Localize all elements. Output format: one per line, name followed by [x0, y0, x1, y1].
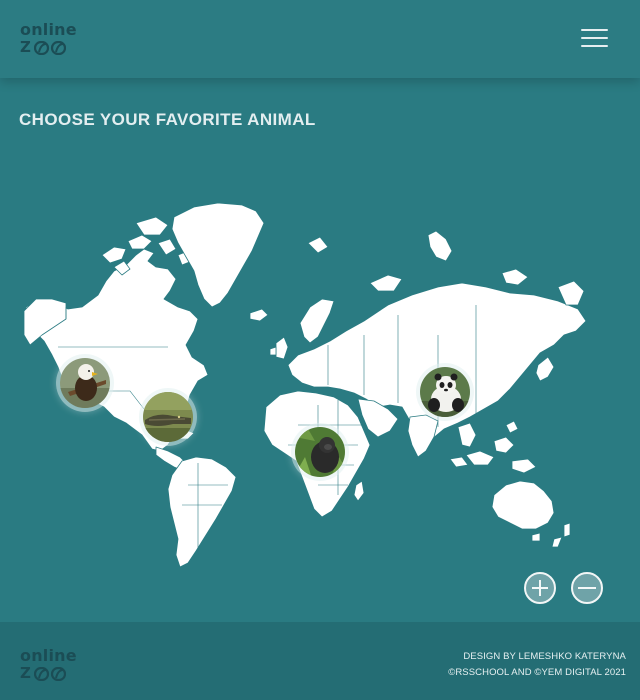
australia-land — [491, 480, 555, 530]
logo-zoo: Z — [20, 666, 77, 681]
burger-line — [581, 45, 608, 47]
burger-menu-button[interactable] — [581, 27, 608, 49]
logo-z: Z — [20, 38, 31, 56]
design-credit: DESIGN BY LEMESHKO KATERYNA — [463, 651, 626, 662]
panda-photo — [420, 367, 470, 417]
panda-icon — [420, 367, 470, 417]
footer: online Z DESIGN BY LEMESHKO KATERYNA ©RS… — [0, 622, 640, 700]
alligator-icon — [143, 392, 193, 442]
gorilla-icon — [295, 427, 345, 477]
burger-line — [581, 37, 608, 39]
logo-z: Z — [20, 664, 31, 682]
eagle-icon — [60, 358, 110, 408]
logo-eyes-icon — [33, 40, 66, 55]
footer-logo[interactable]: online Z — [20, 648, 77, 681]
south-america-land — [167, 456, 237, 568]
gorilla-pin[interactable] — [291, 423, 349, 481]
logo-word: online — [20, 20, 77, 39]
logo-word: online — [20, 646, 77, 665]
burger-line — [581, 29, 608, 31]
gorilla-photo — [295, 427, 345, 477]
logo-eyes-icon — [33, 666, 66, 681]
panda-pin[interactable] — [416, 363, 474, 421]
alligator-photo — [143, 392, 193, 442]
header: online Z — [0, 0, 640, 78]
alligator-pin[interactable] — [139, 388, 197, 446]
zoom-out-button[interactable] — [571, 572, 603, 604]
greenland-land — [171, 202, 265, 308]
eagle-pin[interactable] — [56, 354, 114, 412]
page-title: CHOOSE YOUR FAVORITE ANIMAL — [19, 110, 316, 129]
copyright: ©RSSCHOOL AND ©YEM DIGITAL 2021 — [448, 667, 626, 678]
header-logo[interactable]: online Z — [20, 22, 77, 55]
zoom-in-button[interactable] — [524, 572, 556, 604]
footer-credits: DESIGN BY LEMESHKO KATERYNA ©RSSCHOOL AN… — [448, 649, 626, 681]
eagle-photo — [60, 358, 110, 408]
logo-zoo: Z — [20, 40, 77, 55]
